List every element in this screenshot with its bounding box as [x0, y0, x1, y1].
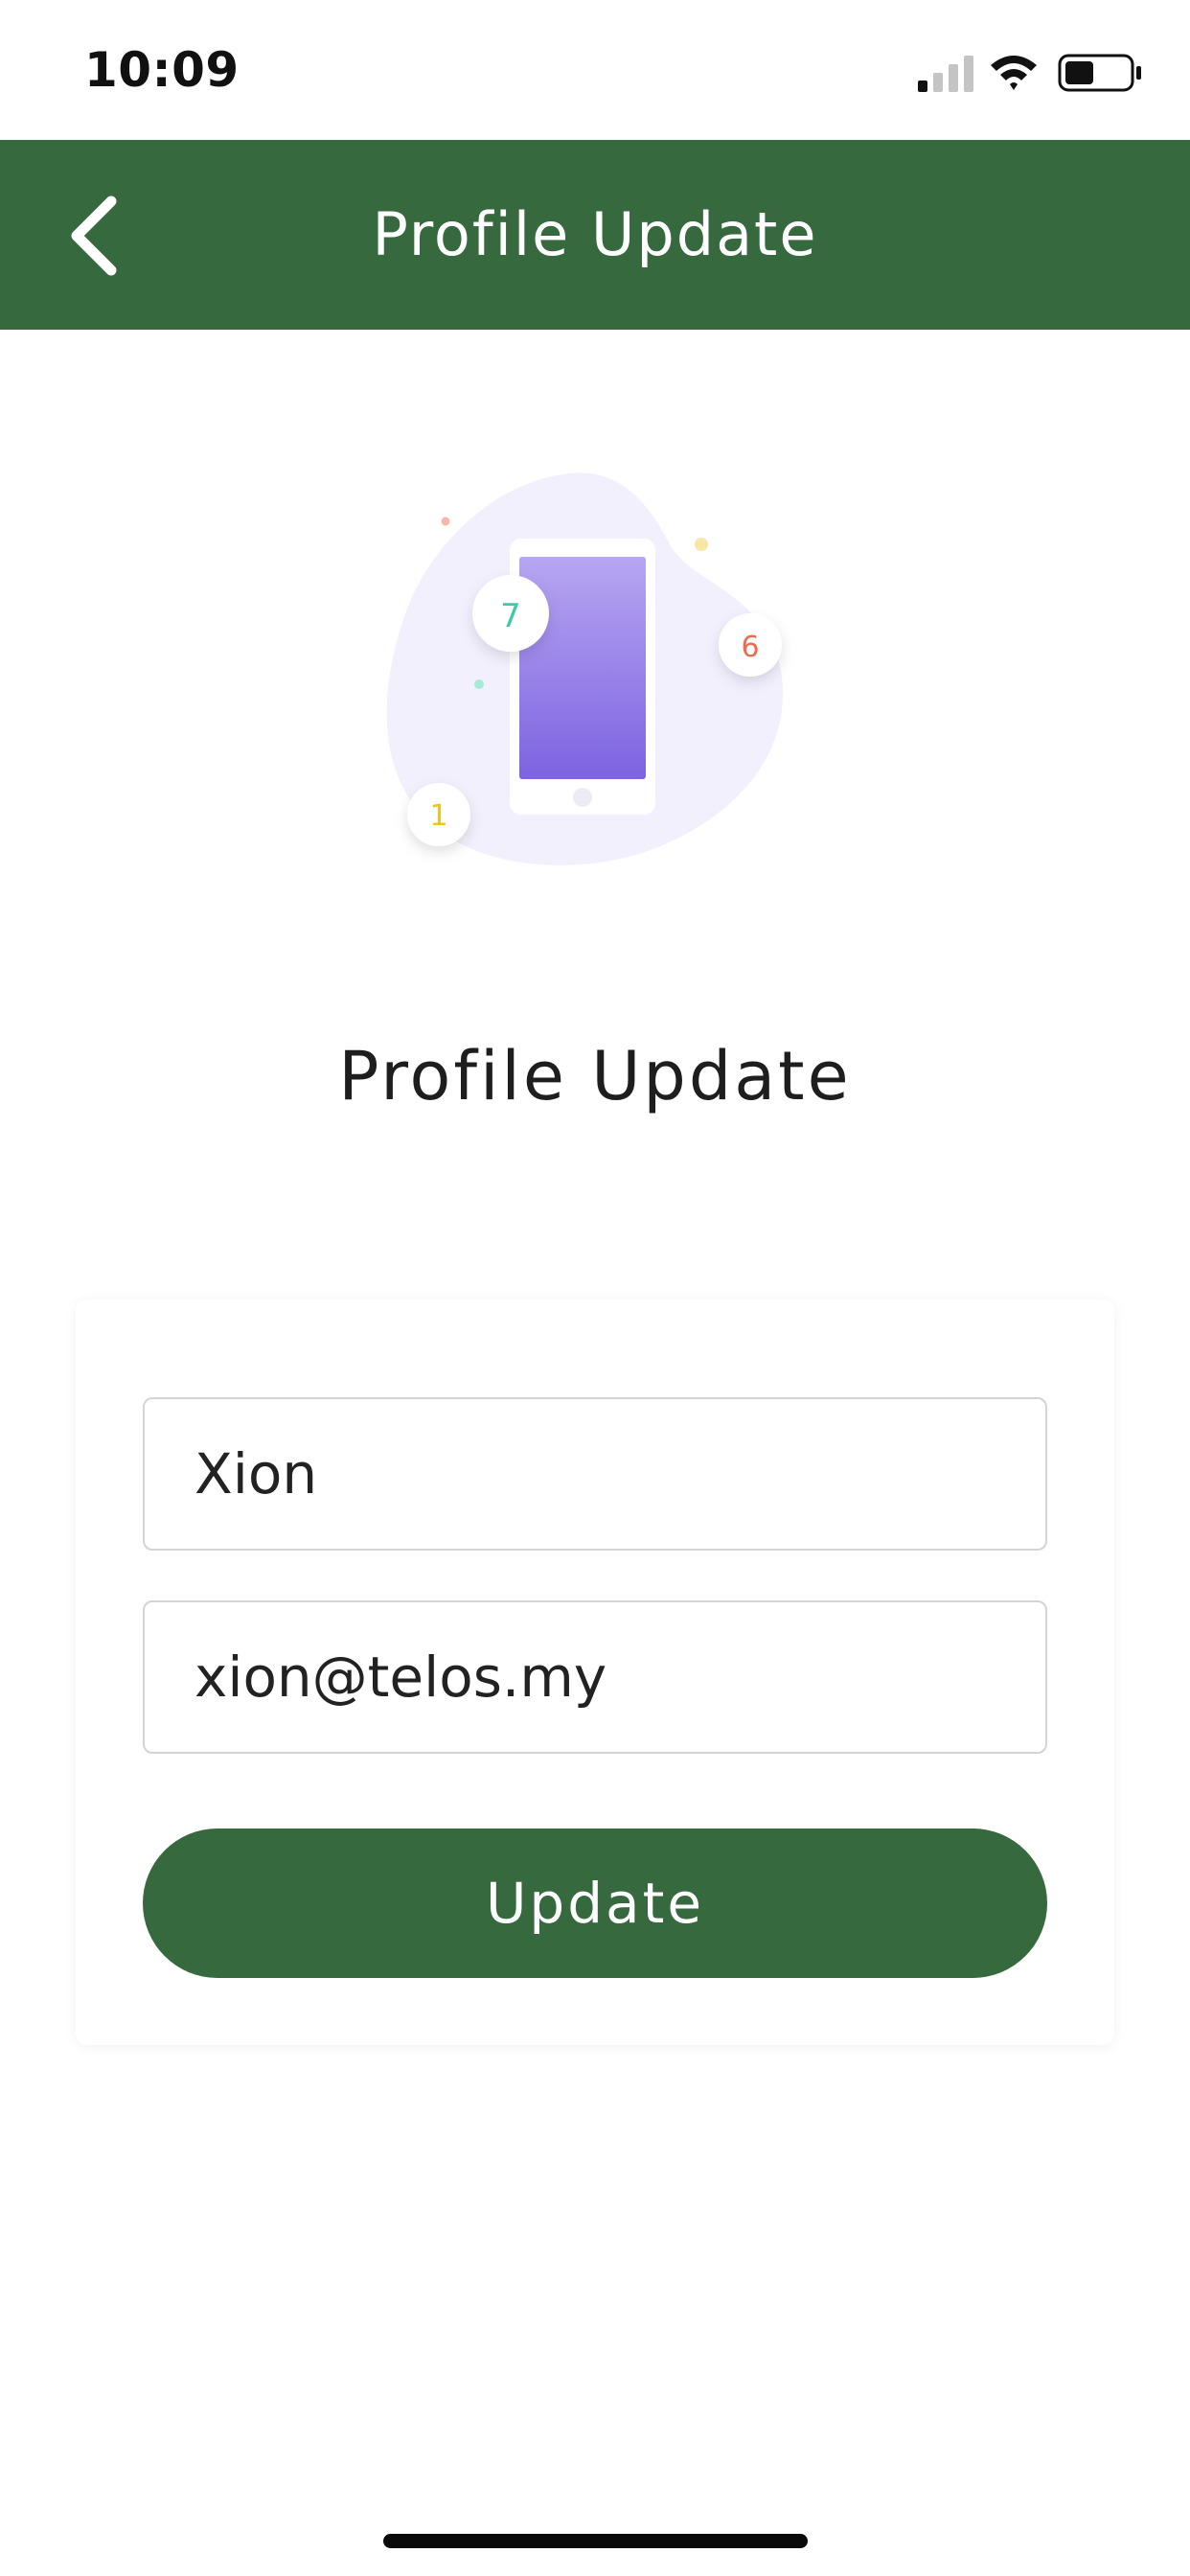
name-input[interactable] [143, 1397, 1047, 1551]
decor-dot [695, 538, 708, 551]
phone-illustration: 7 6 1 [386, 472, 784, 865]
decor-dot [441, 517, 450, 526]
battery-icon [1058, 54, 1141, 92]
email-input[interactable] [143, 1600, 1047, 1754]
nav-title: Profile Update [372, 199, 818, 269]
nav-bar: Profile Update [0, 140, 1190, 330]
badge-7-label: 7 [500, 597, 521, 635]
decor-dot [474, 679, 484, 689]
status-icons [918, 54, 1141, 92]
status-bar: 10:09 [0, 0, 1190, 140]
wifi-icon [991, 56, 1037, 90]
page-title: Profile Update [338, 1037, 852, 1116]
badge-1-label: 1 [429, 799, 447, 833]
signal-icon [918, 56, 973, 92]
badge-6-label: 6 [741, 631, 759, 664]
home-indicator [383, 2534, 808, 2548]
update-button[interactable]: Update [143, 1828, 1047, 1978]
phone-graphic [510, 539, 655, 815]
status-time: 10:09 [84, 42, 240, 98]
profile-update-screen: 10:09 Profile Update 7 6 1 Profile Updat… [0, 0, 1190, 2576]
profile-form-card: Update [76, 1300, 1114, 2045]
